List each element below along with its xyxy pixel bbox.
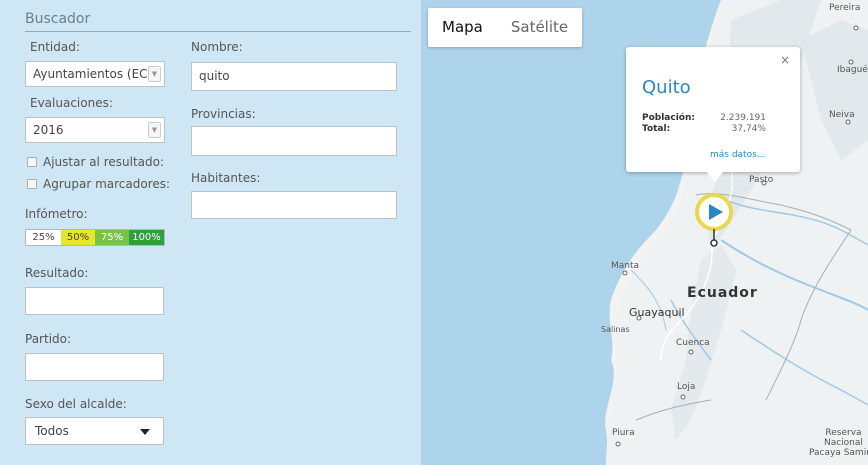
place-reserva-line1: Reserva xyxy=(825,428,862,438)
provincias-input[interactable] xyxy=(191,126,397,156)
place-pereira: Pereira xyxy=(829,3,861,13)
place-ibague: Ibagué xyxy=(837,65,868,75)
place-ecuador: Ecuador xyxy=(687,285,758,301)
resultado-label: Resultado: xyxy=(25,266,89,280)
tab-satelite[interactable]: Satélite xyxy=(497,8,582,47)
total-label: Total: xyxy=(642,124,671,134)
evaluaciones-label: Evaluaciones: xyxy=(30,96,113,110)
place-reserva: Reserva Nacional Pacaya Samiria xyxy=(809,428,868,458)
ajustar-label: Ajustar al resultado: xyxy=(43,155,165,169)
place-piura: Piura xyxy=(612,428,635,438)
place-pasto: Pasto xyxy=(749,175,774,185)
more-data-link[interactable]: más datos... xyxy=(710,150,765,160)
infometro-100: 100% xyxy=(129,230,164,245)
agrupar-checkbox[interactable]: Agrupar marcadores: xyxy=(27,177,170,191)
infometro-75: 75% xyxy=(95,230,129,245)
checkbox-icon[interactable] xyxy=(27,157,37,167)
infometro-50: 50% xyxy=(61,230,95,245)
entidad-value: Ayuntamientos (EC) xyxy=(33,67,153,81)
infometro-label: Infómetro: xyxy=(25,207,88,221)
infometro-scale: 25% 50% 75% 100% xyxy=(25,229,165,246)
sexo-value: Todos xyxy=(35,424,69,438)
entidad-label: Entidad: xyxy=(30,40,80,54)
habitantes-input[interactable] xyxy=(191,191,397,219)
nombre-label: Nombre: xyxy=(191,40,243,54)
info-popup: × Quito Población: 2.239.191 Total: 37,7… xyxy=(626,47,800,182)
place-guayaquil: Guayaquil xyxy=(629,306,685,319)
nombre-value: quito xyxy=(199,69,230,83)
sexo-select[interactable]: Todos xyxy=(25,417,164,445)
sexo-label: Sexo del alcalde: xyxy=(25,397,127,411)
search-panel: Buscador Entidad: Ayuntamientos (EC) ▼ E… xyxy=(0,0,421,465)
place-cuenca: Cuenca xyxy=(676,338,710,348)
select-arrow-icon: ▼ xyxy=(148,66,161,82)
habitantes-label: Habitantes: xyxy=(191,171,261,185)
caret-down-icon xyxy=(140,429,150,435)
partido-input[interactable] xyxy=(25,353,164,381)
entidad-select[interactable]: Ayuntamientos (EC) ▼ xyxy=(25,61,165,87)
place-reserva-line3: Pacaya Samiria xyxy=(809,448,868,458)
select-arrow-icon: ▼ xyxy=(148,122,161,138)
poblacion-row: Población: 2.239.191 xyxy=(642,113,766,123)
title-divider xyxy=(25,31,411,32)
ajustar-checkbox[interactable]: Ajustar al resultado: xyxy=(27,155,164,169)
total-row: Total: 37,74% xyxy=(642,124,766,134)
place-reserva-line2: Nacional xyxy=(823,438,863,448)
agrupar-label: Agrupar marcadores: xyxy=(43,177,171,191)
popup-tail xyxy=(706,171,724,182)
poblacion-label: Población: xyxy=(642,113,695,123)
map-view[interactable]: Mapa Satélite Pereira Ibagué Neiva Pasto… xyxy=(421,0,868,465)
close-icon[interactable]: × xyxy=(780,53,790,67)
infometro-25: 25% xyxy=(26,230,61,245)
checkbox-icon[interactable] xyxy=(27,179,37,189)
panel-title: Buscador xyxy=(25,11,91,27)
place-loja: Loja xyxy=(677,382,696,392)
place-neiva: Neiva xyxy=(829,110,855,120)
place-manta: Manta xyxy=(611,261,640,271)
provincias-label: Provincias: xyxy=(191,107,256,121)
evaluaciones-select[interactable]: 2016 ▼ xyxy=(25,117,165,143)
partido-label: Partido: xyxy=(25,332,72,346)
tab-mapa[interactable]: Mapa xyxy=(428,8,497,47)
poblacion-value: 2.239.191 xyxy=(720,113,766,123)
evaluaciones-value: 2016 xyxy=(33,123,64,137)
map-type-tabs: Mapa Satélite xyxy=(428,8,583,47)
place-salinas: Salinas xyxy=(601,325,630,334)
total-value: 37,74% xyxy=(731,124,766,134)
nombre-input[interactable]: quito xyxy=(191,62,397,91)
map-marker-icon[interactable] xyxy=(695,192,737,248)
resultado-input[interactable] xyxy=(25,287,164,315)
popup-title: Quito xyxy=(642,77,691,98)
